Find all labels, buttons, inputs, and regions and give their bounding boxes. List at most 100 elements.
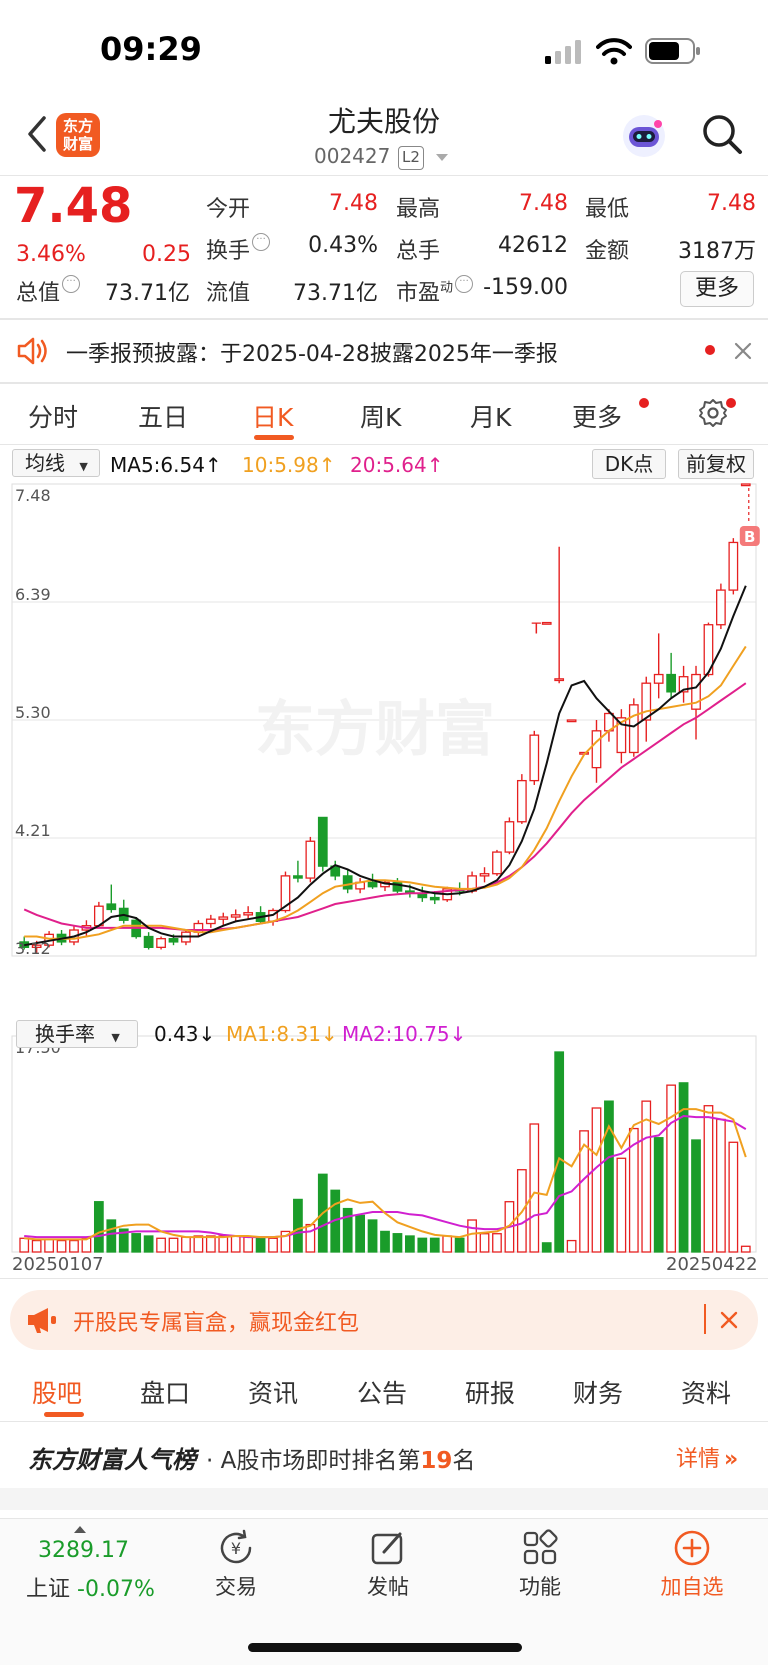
turnover-current: 0.43↓ [154, 1022, 216, 1046]
divider [0, 175, 768, 176]
close-icon[interactable] [734, 342, 752, 360]
turnover-bar [31, 1239, 42, 1253]
pe-label[interactable]: 市盈动 ··· [396, 275, 474, 307]
announcement-text[interactable]: 一季报预披露：于2025-04-28披露2025年一季报 [66, 336, 558, 368]
active-tab-indicator [44, 1412, 84, 1417]
search-icon[interactable] [700, 112, 744, 156]
turnover-bar [666, 1084, 677, 1253]
divider [0, 444, 768, 445]
turnover-bar [181, 1236, 191, 1253]
candle [205, 918, 216, 925]
y-axis-label: 3.12 [15, 939, 51, 958]
nav-add-watchlist[interactable]: 加自选 [647, 1571, 737, 1601]
wifi-icon [596, 38, 632, 65]
megaphone-icon [28, 1308, 56, 1333]
last-price: 7.48 [14, 178, 133, 234]
gear-icon[interactable] [698, 398, 728, 428]
info-icon[interactable]: ··· [252, 233, 271, 251]
chevron-down-icon[interactable] [436, 154, 448, 161]
turnover-bar [716, 1118, 726, 1253]
stock-code: 002427 [314, 144, 391, 168]
ma-indicator-select[interactable]: 均线 ▼ [12, 449, 100, 477]
ma5-line [24, 585, 747, 947]
low-value: 7.48 [707, 191, 756, 216]
nav-post[interactable]: 发帖 [343, 1571, 433, 1601]
change-amount: 0.25 [142, 242, 191, 267]
volume-value: 42612 [498, 233, 568, 258]
turnover-bar [106, 1219, 117, 1253]
tab-orderbook[interactable]: 盘口 [140, 1374, 190, 1410]
candle [342, 875, 353, 890]
info-icon[interactable]: ··· [62, 275, 81, 293]
back-arrow-icon[interactable] [22, 112, 52, 156]
turnover-bar [703, 1105, 714, 1253]
tab-forum[interactable]: 股吧 [32, 1374, 82, 1410]
pe-value: -159.00 [483, 275, 568, 300]
volume-label: 总手 [396, 239, 441, 264]
tab-weekly-k[interactable]: 周K [360, 398, 401, 434]
turnover-bar [69, 1239, 79, 1253]
candle [429, 896, 440, 901]
tab-daily-k[interactable]: 日K [252, 398, 293, 434]
turnover-bar [529, 1123, 540, 1253]
tab-more[interactable]: 更多 [572, 398, 622, 434]
turnover-bar [442, 1235, 453, 1253]
ai-assistant-icon[interactable] [620, 112, 668, 160]
turnover-bar [131, 1233, 142, 1253]
turnover-bar [554, 1051, 565, 1253]
mktcap-value: 73.71亿 [105, 281, 190, 306]
tab-profile[interactable]: 资料 [681, 1374, 731, 1410]
mktcap-label[interactable]: 总值 ··· [16, 275, 81, 307]
volume-indicator-select[interactable]: 换手率 ▼ [16, 1020, 138, 1048]
grid-icon[interactable] [520, 1528, 560, 1568]
tab-news[interactable]: 资讯 [248, 1374, 298, 1410]
candle [230, 914, 241, 918]
add-circle-icon[interactable] [672, 1528, 712, 1568]
turnover-bar [19, 1237, 30, 1253]
tab-monthly-k[interactable]: 月K [470, 398, 511, 434]
level2-badge[interactable]: L2 [398, 146, 424, 170]
chevron-down-icon: ▼ [79, 460, 88, 473]
status-bar: 09:29 [0, 0, 768, 100]
candle [541, 621, 552, 625]
cell-signal-icon [545, 40, 581, 64]
ma5-label: MA5:6.54↑ [110, 453, 222, 477]
more-button[interactable]: 更多 [680, 271, 754, 307]
candle [591, 730, 602, 769]
tab-announcements[interactable]: 公告 [357, 1374, 407, 1410]
tab-intraday[interactable]: 分时 [28, 398, 78, 434]
tab-financials[interactable]: 财务 [573, 1374, 623, 1410]
turnover-bar [492, 1233, 502, 1253]
y-axis-label: 6.39 [15, 585, 51, 604]
candle [218, 916, 229, 920]
turnover-label[interactable]: 换手 ··· [206, 233, 271, 265]
close-icon[interactable] [720, 1311, 738, 1329]
buy-marker-label: B [744, 528, 755, 546]
expand-up-icon[interactable] [74, 1526, 86, 1533]
index-value[interactable]: 3289.17 [38, 1538, 129, 1563]
nav-functions[interactable]: 功能 [495, 1571, 585, 1601]
promo-text[interactable]: 开股民专属盲盒，赢现金红包 [73, 1305, 359, 1337]
turnover-bar [230, 1235, 241, 1253]
dk-point-button[interactable]: DK点 [592, 449, 666, 479]
candle [492, 851, 502, 875]
candle [728, 541, 739, 591]
ranking-suffix: 名 [452, 1448, 476, 1474]
turnover-ma1: MA1:8.31↓ [226, 1022, 338, 1046]
nav-trade[interactable]: 交易 [191, 1571, 281, 1601]
adjust-button[interactable]: 前复权 [678, 449, 754, 479]
compose-icon[interactable] [368, 1528, 408, 1568]
index-name-change[interactable]: 上证 -0.07% [26, 1571, 155, 1603]
kline-chart[interactable]: 东方财富 BT 7.486.395.304.213.1217.50 [0, 480, 768, 1280]
turnover-bar [641, 1100, 652, 1253]
tab-five-day[interactable]: 五日 [138, 398, 188, 434]
info-icon[interactable]: ··· [455, 275, 474, 293]
ma20-label: 20:5.64↑ [350, 453, 444, 477]
y-axis-label: 4.21 [15, 821, 51, 840]
trade-icon[interactable]: ¥ [216, 1528, 256, 1568]
notification-dot [726, 398, 736, 408]
high-value: 7.48 [519, 191, 568, 216]
details-link[interactable]: 详情» [676, 1441, 738, 1473]
turnover-bar [604, 1100, 614, 1253]
tab-research[interactable]: 研报 [465, 1374, 515, 1410]
